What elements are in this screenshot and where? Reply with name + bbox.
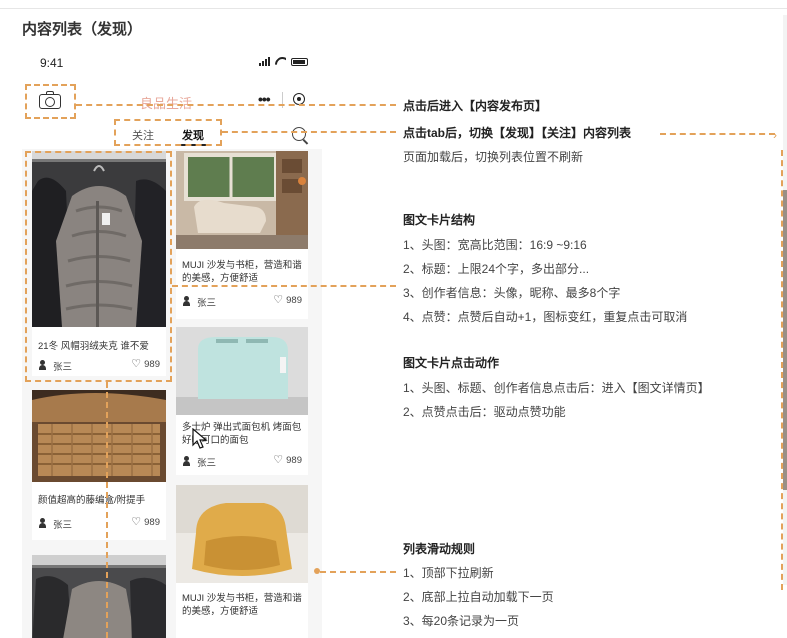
heart-icon: ♡ [131,516,142,528]
like-count: 989 [286,455,302,466]
page-title: 内容列表（发现） [22,21,143,38]
card-cover-image[interactable] [32,555,166,638]
card-author[interactable]: 张三 [53,517,72,531]
card-connector [172,285,396,287]
wifi-icon [275,57,286,66]
tab-annotation-frame [114,119,222,146]
card-structure-item: 2、标题：上限24个字，多出部分... [403,262,590,276]
scroll-rules-item: 1、顶部下拉刷新 [403,566,494,580]
tab-connector [222,131,396,133]
tab-note: 点击tab后，切换【发现】【关注】内容列表 [403,126,632,140]
signal-icon [259,57,270,66]
scroll-rules-item: 3、每20条记录为一页 [403,614,520,628]
tab-connector-extension [660,133,775,135]
card-cover-image[interactable] [176,485,308,583]
camera-note: 点击后进入【内容发布页】 [403,99,548,113]
card-vertical-connector [106,382,108,638]
content-card[interactable]: 颜值超高的藤编盒/附提手 张三 ♡ 989 [32,390,166,540]
mouse-cursor-icon [192,428,208,449]
card-meta: 张三 ♡ 989 [182,294,302,309]
content-card[interactable] [32,555,166,638]
card-author[interactable]: 张三 [197,295,216,309]
card-cover-image[interactable] [176,151,308,249]
arrow-right-icon: › [773,128,777,142]
camera-annotation-frame [25,84,76,119]
toaster-photo [176,327,308,415]
card-meta: 张三 ♡ 989 [182,454,302,469]
like-button[interactable]: ♡ 989 [131,516,160,529]
status-time: 9:41 [40,56,64,70]
card-cover-image[interactable] [176,327,308,415]
content-card[interactable]: MUJI 沙发与书柜，营造和谐的美感，方便舒适 [176,485,308,638]
coat-rack-photo [32,555,166,638]
content-card[interactable]: MUJI 沙发与书柜，营造和谐的美感，方便舒适 张三 ♡ 989 [176,151,308,319]
card-structure-item: 3、创作者信息：头像，昵称、最多8个字 [403,286,621,300]
card-author[interactable]: 张三 [197,455,216,469]
camera-connector [76,104,396,106]
card-title[interactable]: MUJI 沙发与书柜，营造和谐的美感，方便舒适 [182,259,304,285]
avatar-icon[interactable] [39,518,46,528]
card-cover-image[interactable] [32,390,166,482]
like-count: 989 [286,295,302,306]
heart-icon: ♡ [273,294,284,306]
card-structure-item: 4、点赞：点赞后自动+1，图标变红，重复点击可取消 [403,310,688,324]
status-bar: 9:41 [22,47,322,77]
content-card[interactable]: 多士炉 弹出式面包机 烤面包 好吃可口的面包 张三 ♡ 989 [176,327,308,475]
status-icons [259,57,308,66]
like-count: 989 [144,517,160,528]
next-frame-image-edge [783,190,787,490]
app-title: 良品生活 [140,96,193,111]
like-button[interactable]: ♡ 989 [273,454,302,467]
search-icon[interactable] [292,127,306,141]
scroll-rules-heading: 列表滑动规则 [403,542,476,556]
scroll-rules-item: 2、底部上拉自动加载下一页 [403,590,554,604]
scroll-connector [320,571,396,573]
card-structure-heading: 图文卡片结构 [403,213,476,227]
tab-note-sub: 页面加载后，切换列表位置不刷新 [403,150,584,164]
card-structure-item: 1、头图：宽高比范围：16:9 ~9:16 [403,238,587,252]
avatar-icon[interactable] [183,456,190,466]
like-button[interactable]: ♡ 989 [273,294,302,307]
sofa-room-photo [176,151,308,249]
avatar-icon[interactable] [183,296,190,306]
beanbag-sofa-photo [176,485,308,583]
card-meta: 张三 ♡ 989 [38,516,160,531]
card-action-item: 1、头图、标题、创作者信息点击后：进入【图文详情页】 [403,381,710,395]
card-action-item: 2、点赞点击后：驱动点赞功能 [403,405,566,419]
card-title[interactable]: 颜值超高的藤编盒/附提手 [38,494,145,507]
canvas-divider [0,8,787,9]
card-annotation-frame [25,151,172,382]
heart-icon: ♡ [273,454,284,466]
rattan-basket-photo [32,390,166,482]
next-frame-border [781,150,783,590]
battery-icon [291,58,308,66]
card-action-heading: 图文卡片点击动作 [403,356,500,370]
card-title[interactable]: MUJI 沙发与书柜，营造和谐的美感，方便舒适 [182,592,302,618]
